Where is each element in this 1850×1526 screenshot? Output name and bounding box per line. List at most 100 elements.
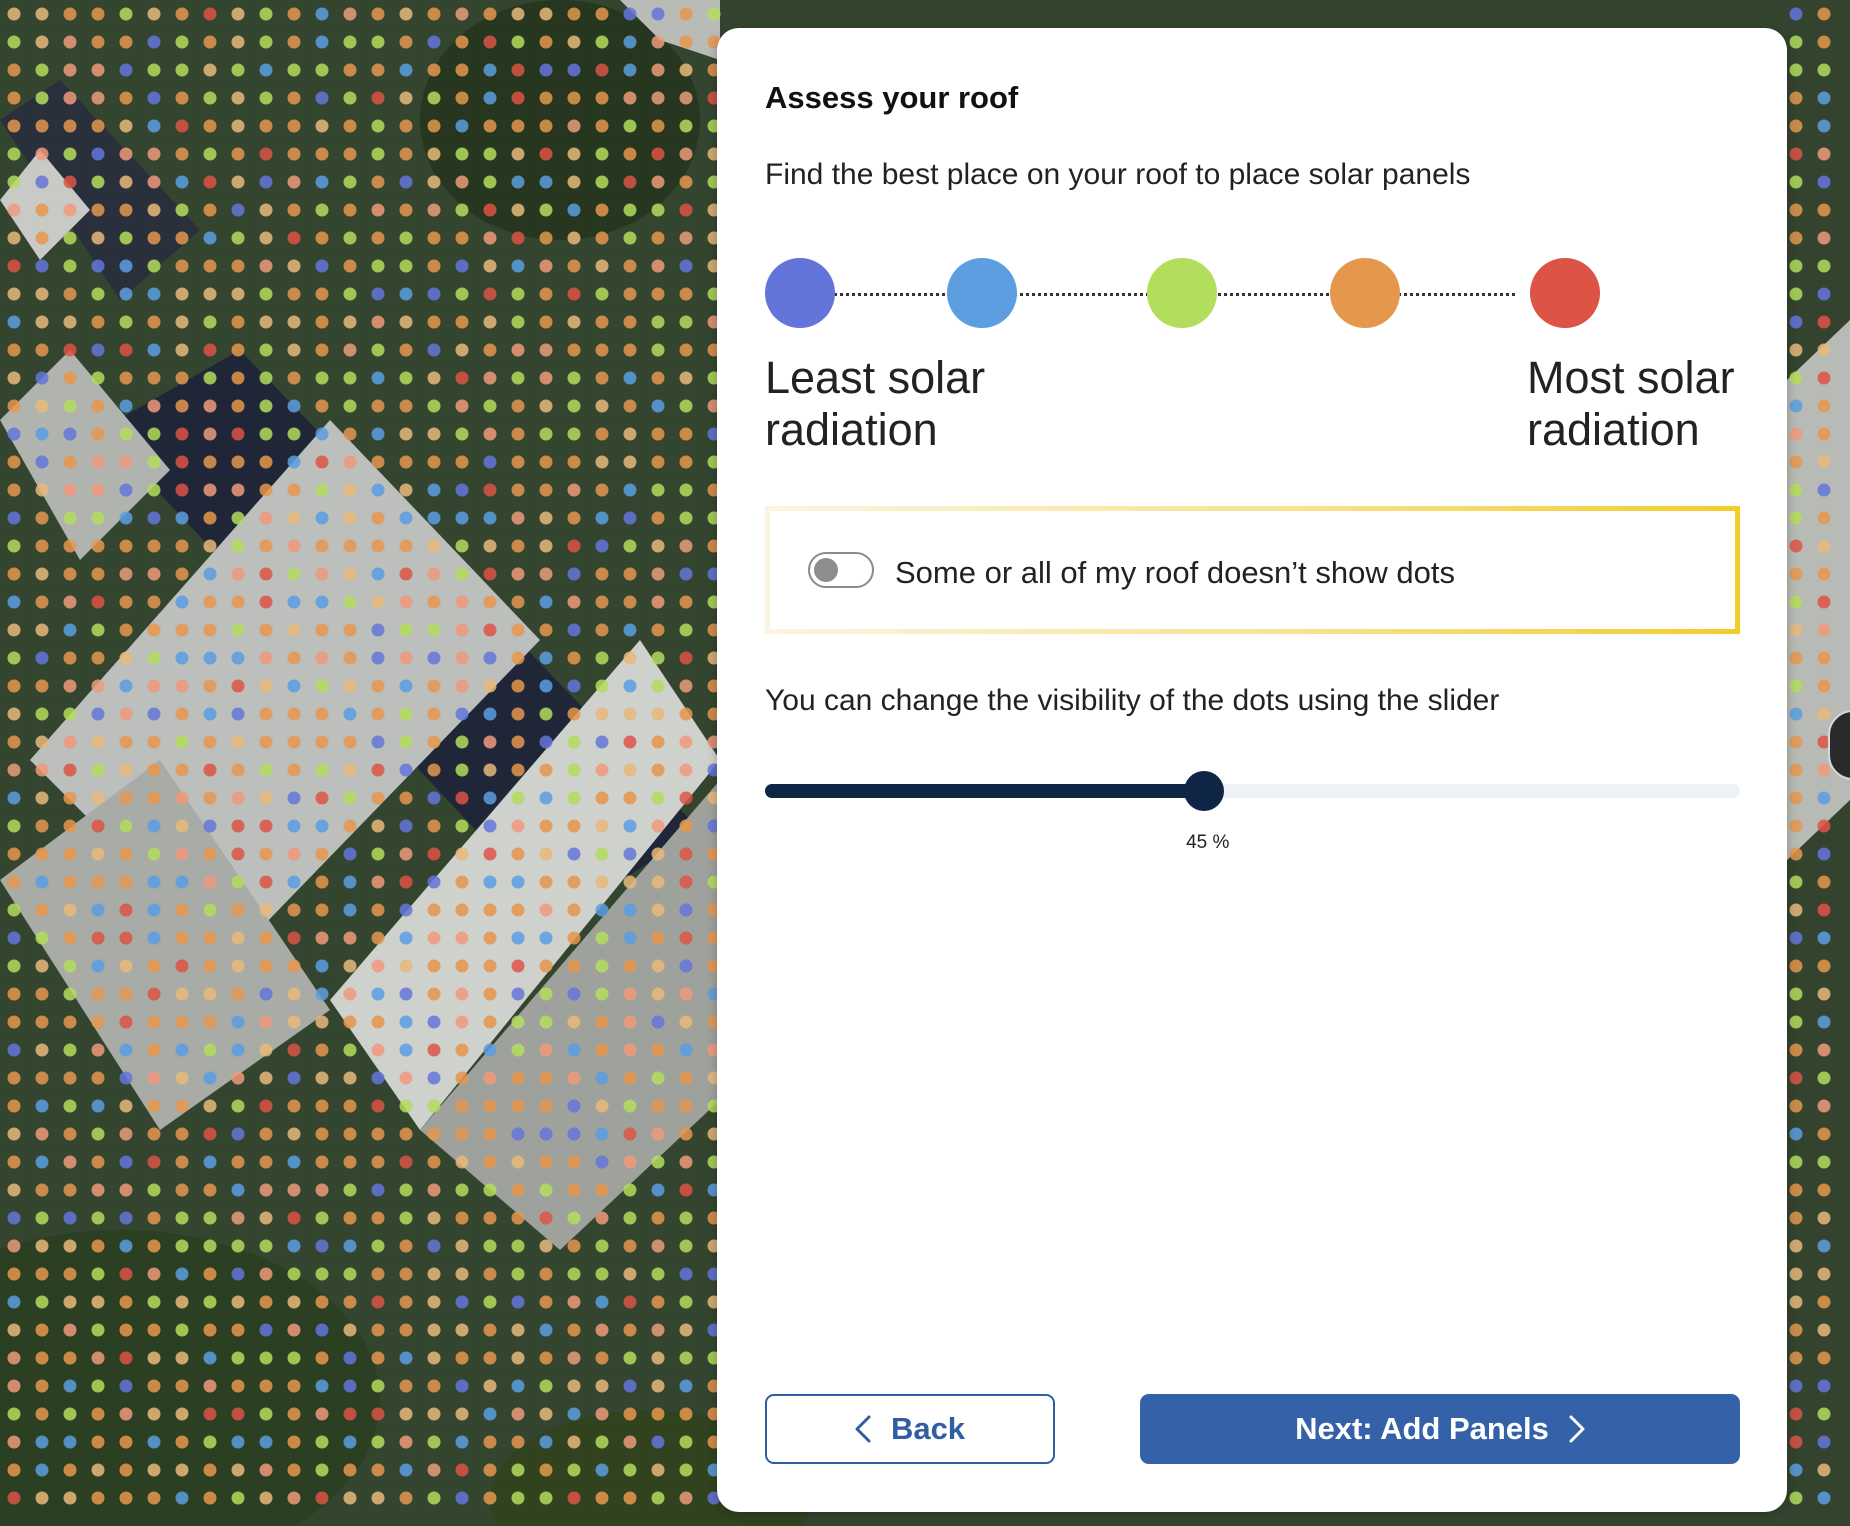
radiation-dot: [63, 763, 77, 777]
radiation-dot: [511, 1155, 525, 1169]
radiation-dot: [203, 511, 217, 525]
radiation-dot: [651, 791, 665, 805]
radiation-dot: [623, 959, 637, 973]
radiation-dot: [259, 1183, 273, 1197]
radiation-dot: [623, 651, 637, 665]
radiation-dot: [315, 735, 329, 749]
radiation-dot: [203, 1183, 217, 1197]
next-add-panels-button[interactable]: Next: Add Panels: [1140, 1394, 1740, 1464]
radiation-dot: [455, 1071, 469, 1085]
radiation-dot: [371, 1323, 385, 1337]
radiation-dot: [595, 119, 609, 133]
radiation-dot: [427, 1183, 441, 1197]
radiation-dot: [1817, 623, 1831, 637]
radiation-dot: [399, 987, 413, 1001]
radiation-dot: [287, 819, 301, 833]
radiation-dot: [651, 1295, 665, 1309]
radiation-dot: [287, 259, 301, 273]
radiation-dot: [1817, 427, 1831, 441]
radiation-dot: [35, 539, 49, 553]
radiation-dot: [595, 63, 609, 77]
back-button[interactable]: Back: [765, 1394, 1055, 1464]
radiation-dot: [399, 679, 413, 693]
toggle-knob: [814, 558, 838, 582]
radiation-dot: [315, 1491, 329, 1505]
radiation-dot: [567, 455, 581, 469]
radiation-dot: [679, 819, 693, 833]
radiation-dot: [1789, 1155, 1803, 1169]
radiation-dot: [175, 1239, 189, 1253]
radiation-dot: [147, 1239, 161, 1253]
radiation-dot: [623, 483, 637, 497]
radiation-dot: [623, 511, 637, 525]
radiation-dot: [371, 539, 385, 553]
radiation-dot: [511, 875, 525, 889]
no-dots-toggle[interactable]: [808, 552, 874, 588]
radiation-dot: [539, 1267, 553, 1281]
radiation-dot: [511, 119, 525, 133]
radiation-dot: [511, 63, 525, 77]
radiation-dot: [483, 1407, 497, 1421]
radiation-dot: [119, 203, 133, 217]
radiation-dot: [371, 1071, 385, 1085]
radiation-dot: [147, 1407, 161, 1421]
radiation-dot: [539, 203, 553, 217]
radiation-dot: [539, 1379, 553, 1393]
radiation-dot: [1789, 63, 1803, 77]
radiation-dot: [35, 651, 49, 665]
radiation-dot: [455, 91, 469, 105]
radiation-dot: [259, 175, 273, 189]
radiation-dot: [175, 679, 189, 693]
radiation-dot: [595, 1295, 609, 1309]
dot-visibility-slider[interactable]: 45 %: [765, 771, 1740, 853]
radiation-dot: [259, 483, 273, 497]
radiation-dot: [63, 1351, 77, 1365]
radiation-dot: [651, 1155, 665, 1169]
radiation-dot: [7, 259, 21, 273]
radiation-dot: [259, 1351, 273, 1365]
radiation-dot: [315, 371, 329, 385]
radiation-dot: [259, 1379, 273, 1393]
legend-dot-low: [947, 258, 1017, 328]
radiation-dot: [259, 511, 273, 525]
radiation-dot: [259, 1211, 273, 1225]
radiation-dot: [455, 987, 469, 1001]
radiation-dot: [119, 903, 133, 917]
radiation-dot: [259, 1239, 273, 1253]
radiation-dot: [371, 1491, 385, 1505]
slider-value-label: 45 %: [1186, 832, 1230, 853]
radiation-dot: [595, 1239, 609, 1253]
radiation-dot: [231, 315, 245, 329]
radiation-dot: [679, 1211, 693, 1225]
radiation-dot: [315, 483, 329, 497]
radiation-dot: [427, 735, 441, 749]
radiation-dot: [399, 511, 413, 525]
radiation-dot: [7, 1463, 21, 1477]
radiation-dot: [35, 1127, 49, 1141]
radiation-dot: [315, 539, 329, 553]
radiation-dot: [679, 567, 693, 581]
radiation-dot: [539, 315, 553, 329]
radiation-dot: [511, 483, 525, 497]
radiation-dot: [91, 119, 105, 133]
radiation-dot: [147, 119, 161, 133]
radiation-dot: [595, 399, 609, 413]
radiation-dot: [259, 7, 273, 21]
radiation-dot: [371, 903, 385, 917]
radiation-dot: [623, 1155, 637, 1169]
radiation-dot: [595, 483, 609, 497]
radiation-dot: [483, 1071, 497, 1085]
radiation-dot: [63, 735, 77, 749]
radiation-dot: [147, 427, 161, 441]
radiation-dot: [371, 371, 385, 385]
radiation-dot: [175, 1043, 189, 1057]
radiation-dot: [343, 119, 357, 133]
radiation-dot: [427, 1463, 441, 1477]
radiation-dot: [231, 1267, 245, 1281]
radiation-dot: [399, 147, 413, 161]
radiation-dot: [147, 707, 161, 721]
radiation-dot: [119, 1015, 133, 1029]
slider-thumb[interactable]: [1183, 771, 1224, 811]
radiation-dot: [567, 343, 581, 357]
radiation-dot: [147, 763, 161, 777]
